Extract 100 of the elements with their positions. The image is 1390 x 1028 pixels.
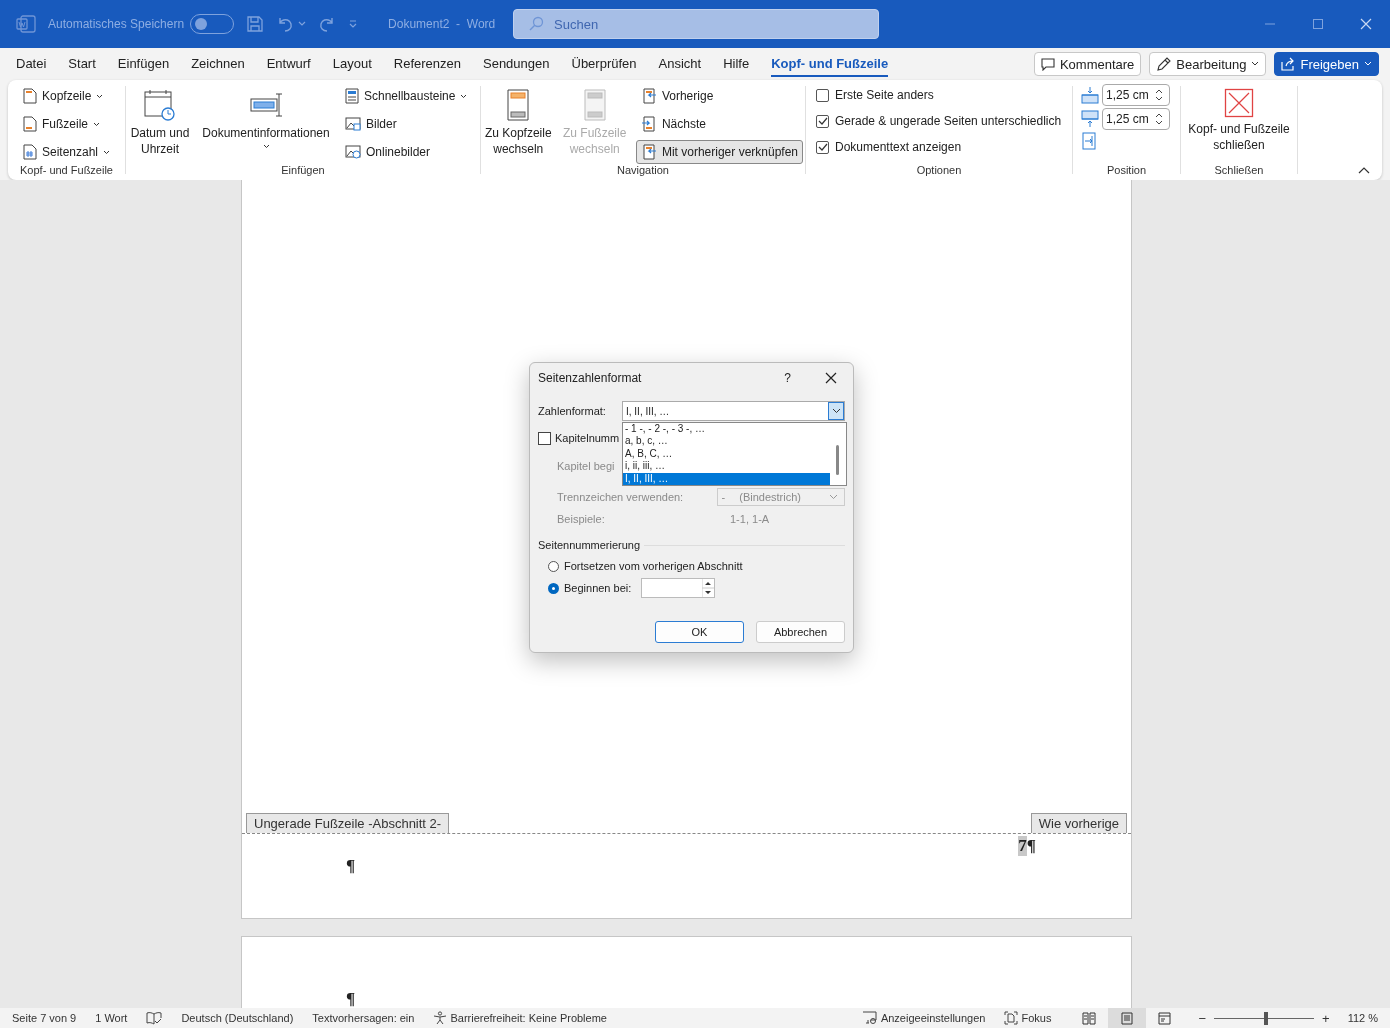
word-count[interactable]: 1 Wort [95, 1012, 128, 1024]
caret-icon [829, 494, 838, 500]
checkbox[interactable] [816, 114, 829, 128]
menu-tab[interactable]: Sendungen [483, 51, 550, 77]
option-checkbox[interactable]: Erste Seite anders [816, 84, 934, 106]
undo-icon[interactable] [276, 15, 295, 33]
menu-tab[interactable]: Referenzen [393, 51, 461, 77]
ribbon-button[interactable]: Bilder [340, 112, 402, 136]
radio-button[interactable] [548, 582, 559, 594]
autosave-label: Automatisches Speichern [48, 17, 185, 31]
zoom-slider-thumb[interactable] [1264, 1011, 1269, 1025]
list-option[interactable]: a, b, c, … [623, 435, 830, 448]
menu-tab[interactable]: Layout [332, 51, 372, 77]
window-title: Dokument2 - Word [388, 17, 497, 31]
page-icon [23, 116, 37, 132]
paragraph-mark: ¶ [1026, 836, 1036, 856]
page-icon [23, 144, 37, 160]
date-time-button[interactable]: Datum und Uhrzeit [128, 84, 192, 157]
checkbox[interactable] [816, 140, 829, 154]
search-field[interactable]: Suchen [513, 9, 880, 39]
caret-icon[interactable] [298, 21, 307, 27]
search-input[interactable]: Suchen [552, 15, 857, 33]
list-option[interactable]: A, B, C, … [623, 447, 830, 461]
ribbon-button[interactable]: Schnellbausteine [340, 84, 473, 108]
menu-tab[interactable]: Zeichnen [191, 51, 245, 77]
display-settings-button[interactable]: Anzeigeeinstellungen [861, 1011, 986, 1025]
accessibility-status[interactable]: Barrierefreiheit: Keine Probleme [433, 1011, 607, 1025]
view-button[interactable] [1108, 1008, 1147, 1028]
ribbon-button[interactable]: Nächste [635, 112, 711, 136]
collapse-ribbon-icon[interactable] [1358, 166, 1370, 174]
list-option[interactable]: - 1 -, - 2 -, - 3 -, … [623, 423, 830, 436]
dialog-button[interactable]: OK [655, 621, 744, 643]
field-label: Kapitel begi [556, 460, 615, 472]
close-header-footer-button[interactable]: Kopf- und Fußzeile schließen [1185, 84, 1293, 153]
spinner-field[interactable]: 1,25 cm [1102, 108, 1170, 130]
menu-tab[interactable]: Überprüfen [571, 51, 637, 77]
comments-button[interactable]: Kommentare [1033, 52, 1142, 76]
page-icon [23, 88, 37, 104]
dialog-button[interactable]: Abbrechen [756, 621, 845, 643]
radio-button[interactable] [548, 560, 559, 572]
close-icon[interactable] [825, 372, 837, 384]
menu-tab[interactable]: Hilfe [723, 51, 750, 77]
list-option[interactable]: I, II, III, … [623, 472, 830, 485]
navigation-button[interactable]: Zu Kopfzeile wechseln [483, 84, 554, 157]
page-icon [345, 88, 359, 104]
share-button[interactable]: Freigeben [1274, 52, 1379, 76]
radio-label: Fortsetzen vom vorherigen Abschnitt [564, 560, 743, 572]
book-check-icon[interactable] [146, 1011, 163, 1025]
ribbon-menu-button[interactable]: Kopfzeile [18, 84, 109, 108]
ribbon-button[interactable]: Vorherige [635, 84, 719, 108]
save-icon[interactable] [246, 15, 265, 33]
dialog-title: Seitenzahlenformat [538, 371, 642, 385]
menu-tab[interactable]: Datei [16, 51, 47, 77]
picture-icon [345, 117, 361, 131]
menu-tab[interactable]: Kopf- und Fußzeile [771, 51, 889, 77]
language-status[interactable]: Deutsch (Deutschland) [181, 1012, 294, 1024]
caret-icon [103, 149, 111, 155]
scrollbar-thumb[interactable] [836, 445, 839, 475]
accessibility-icon [433, 1011, 448, 1025]
field-label: Zahlenformat: [538, 405, 607, 417]
caret-icon [262, 144, 270, 149]
option-checkbox[interactable]: Dokumenttext anzeigen [816, 136, 962, 158]
ribbon-button[interactable]: Mit vorheriger verknüpfen [635, 140, 803, 164]
maximize-icon[interactable] [1312, 18, 1324, 30]
section-heading: Seitennummerierung [538, 539, 641, 551]
comment-icon [1040, 57, 1055, 71]
zoom-level[interactable]: 112 % [1347, 1012, 1378, 1024]
book-icon [1082, 1011, 1097, 1025]
page-icon [582, 88, 607, 122]
document-app-icon[interactable] [16, 15, 36, 33]
spin-arrows-icon [702, 579, 714, 597]
menu-tab[interactable]: Entwurf [266, 51, 311, 77]
alignment-tab-icon[interactable] [1081, 132, 1097, 150]
text-prediction-status[interactable]: Textvorhersagen: ein [312, 1012, 415, 1024]
ribbon-menu-button[interactable]: Seitenzahl [18, 140, 116, 164]
editing-button[interactable]: Bearbeitung [1149, 52, 1267, 76]
list-option[interactable]: i, ii, iii, … [623, 460, 830, 473]
ribbon-menu-button[interactable]: Fußzeile [18, 112, 105, 136]
page-count[interactable]: Seite 7 von 9 [12, 1012, 77, 1024]
checkbox-label: Kapitelnumm [555, 432, 620, 444]
menu-tab[interactable]: Einfügen [117, 51, 170, 77]
number-format-dropdown[interactable]: I, II, III, … [622, 401, 845, 421]
menu-tab[interactable]: Start [68, 51, 96, 77]
customize-caret-icon[interactable] [348, 20, 359, 28]
checkbox[interactable] [816, 88, 829, 102]
checkbox[interactable] [538, 431, 551, 445]
margin-icon [1081, 86, 1099, 104]
focus-button[interactable]: Fokus [1004, 1011, 1052, 1025]
document-info-button[interactable]: Dokumentinformationen [198, 84, 334, 149]
page-icon [1120, 1011, 1135, 1025]
menu-tab[interactable]: Ansicht [658, 51, 702, 77]
pencil-icon [1156, 56, 1172, 72]
spinner-field[interactable]: 1,25 cm [1102, 84, 1170, 106]
zoom-in-button[interactable]: + [1318, 1010, 1334, 1026]
ribbon-button[interactable]: Onlinebilder [340, 140, 436, 164]
start-at-field[interactable] [641, 578, 715, 598]
zoom-out-button[interactable]: − [1194, 1010, 1211, 1026]
web-page-icon [1158, 1011, 1173, 1025]
help-button[interactable]: ? [784, 371, 791, 385]
option-checkbox[interactable]: Gerade & ungerade Seiten unterschiedlich [816, 110, 1062, 132]
